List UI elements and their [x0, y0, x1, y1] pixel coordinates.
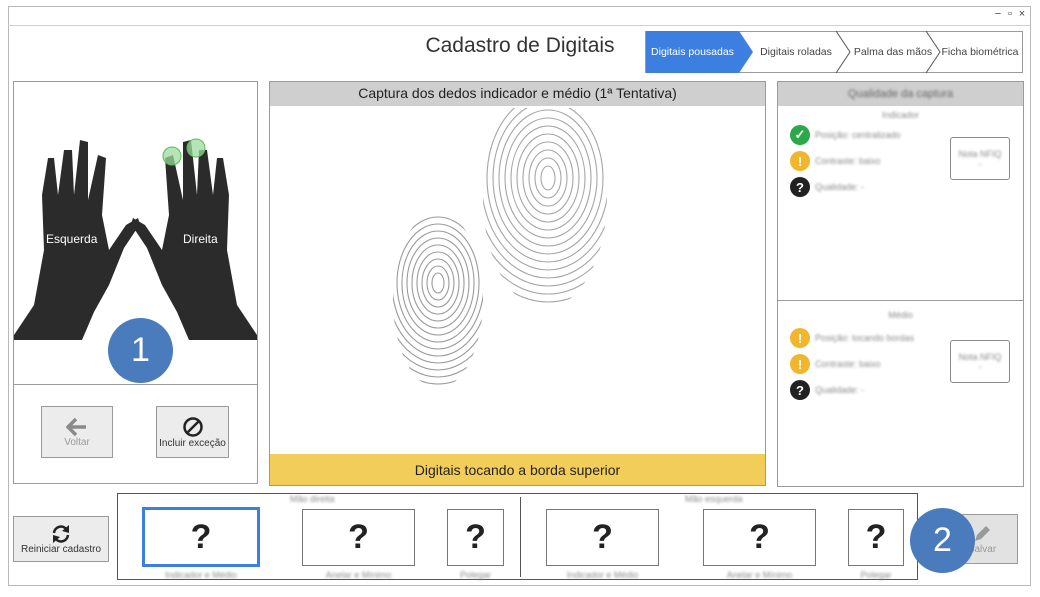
maximize-button[interactable]: ▫: [1004, 7, 1016, 21]
middle-nfiq-box: Nota NFIQ -: [950, 340, 1010, 383]
slot-caption: Anelar e Mínimo: [325, 570, 392, 580]
step-digitais-roladas[interactable]: Digitais roladas: [755, 31, 837, 73]
finger-marker-middle: [186, 138, 206, 158]
step-separator: [836, 31, 851, 73]
left-thumb-slot[interactable]: ?: [848, 509, 904, 566]
middle-quality-row: ? Qualidade: -: [790, 380, 864, 400]
fingerprint-image: [393, 108, 607, 385]
middle-contrast-row: ! Contraste: baixo: [790, 354, 881, 374]
back-button-label: Voltar: [64, 436, 90, 448]
indicator-nfiq-box: Nota NFIQ -: [950, 137, 1010, 180]
step-digitais-pousadas[interactable]: Digitais pousadas: [646, 31, 739, 73]
refresh-icon: [52, 524, 70, 543]
right-index-middle-slot[interactable]: ?: [142, 507, 260, 567]
title-bar: [8, 6, 1031, 26]
warning-icon: !: [790, 354, 810, 374]
warning-icon: !: [790, 328, 810, 348]
indicator-section-title: Indicador: [881, 110, 920, 120]
pencil-icon: [975, 525, 990, 541]
left-ring-little-slot[interactable]: ?: [703, 509, 816, 566]
capture-header: Captura dos dedos indicador e médio (1ª …: [270, 82, 765, 106]
include-exception-button[interactable]: Incluir exceção: [156, 406, 229, 458]
question-icon: ?: [790, 380, 810, 400]
left-hand-label: Esquerda: [46, 232, 98, 246]
check-icon: ✓: [790, 125, 810, 145]
capture-status-text: Digitais tocando a borda superior: [414, 461, 621, 478]
left-index-middle-slot[interactable]: ?: [546, 509, 659, 566]
slot-caption: Indicador e Médio: [566, 570, 639, 580]
divider: [520, 497, 521, 577]
slot-caption: Indicador e Médio: [165, 570, 237, 580]
include-exception-label: Incluir exceção: [159, 437, 226, 449]
prohibited-icon: [182, 416, 203, 437]
step-ficha-biometrica[interactable]: Ficha biométrica: [937, 31, 1023, 73]
divider: [14, 384, 257, 385]
indicator-contrast-row: ! Contraste: baixo: [790, 151, 881, 171]
warning-icon: !: [790, 151, 810, 171]
restart-registration-label: Reiniciar cadastro: [20, 543, 102, 555]
step-badge-1: 1: [108, 318, 173, 383]
finger-marker-index: [162, 146, 182, 166]
step-palma-das-maos[interactable]: Palma das mãos: [851, 31, 935, 73]
capture-status-bar: Digitais tocando a borda superior: [270, 454, 765, 485]
minimize-button[interactable]: −: [992, 7, 1004, 21]
right-hand-title: Mão direita: [290, 494, 335, 504]
left-hand-title: Mão esquerda: [685, 494, 743, 504]
right-hand-label: Direita: [183, 232, 218, 246]
middle-section-title: Médio: [888, 310, 913, 320]
back-button[interactable]: Voltar: [41, 406, 113, 458]
indicator-position-row: ✓ Posição: centralizado: [790, 125, 901, 145]
step-arrow-active: [739, 31, 753, 73]
right-thumb-slot[interactable]: ?: [447, 509, 504, 566]
slot-caption: Polegar: [860, 570, 892, 580]
right-ring-little-slot[interactable]: ?: [302, 509, 415, 566]
divider: [778, 300, 1023, 301]
slot-caption: Anelar e Mínimo: [726, 570, 793, 580]
hands-illustration: [14, 138, 257, 340]
step-badge-2: 2: [910, 508, 975, 573]
arrow-left-icon: [66, 417, 86, 436]
indicator-quality-row: ? Qualidade: -: [790, 177, 864, 197]
question-icon: ?: [790, 177, 810, 197]
close-button[interactable]: ×: [1016, 7, 1028, 21]
slot-caption: Polegar: [459, 570, 492, 580]
middle-position-row: ! Posição: tocando bordas: [790, 328, 914, 348]
restart-registration-button[interactable]: Reiniciar cadastro: [13, 516, 109, 562]
quality-header: Qualidade da captura: [778, 82, 1023, 106]
